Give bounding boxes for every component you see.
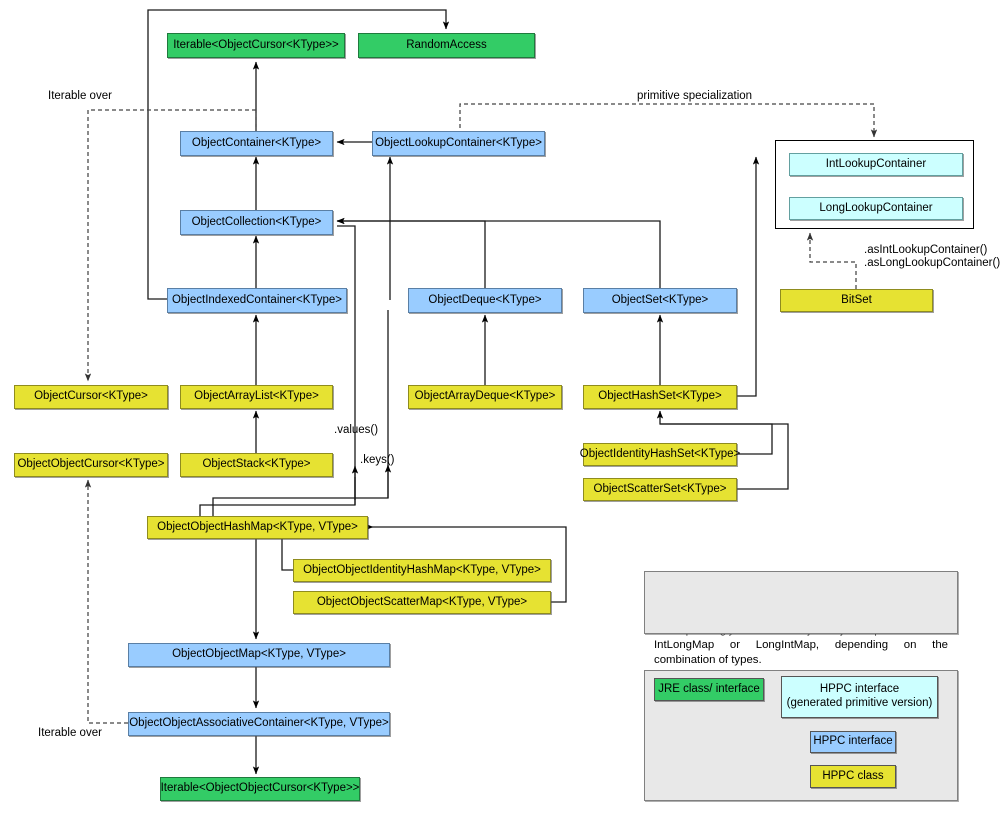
node-label: ObjectStack<KType>: [202, 458, 311, 471]
node-label: Iterable<ObjectObjectCursor<KType>>: [160, 782, 360, 795]
node-label: ObjectObjectIdentityHashMap<KType, VType…: [303, 563, 541, 576]
node-label: ObjectIndexedContainer<KType>: [171, 293, 343, 306]
node-label: ObjectObjectCursor<KType>: [17, 458, 165, 471]
node-label: ObjectDeque<KType>: [428, 293, 542, 306]
node-object-deque[interactable]: ObjectDeque<KType>: [408, 288, 562, 313]
node-object-object-cursor[interactable]: ObjectObjectCursor<KType>: [14, 453, 168, 477]
node-label: ObjectHashSet<KType>: [598, 390, 722, 403]
node-object-cursor[interactable]: ObjectCursor<KType>: [14, 385, 168, 409]
node-label: LongLookupContainer: [819, 201, 933, 214]
node-object-identity-hash-set[interactable]: ObjectIdentityHashSet<KType>: [579, 443, 741, 466]
node-object-set[interactable]: ObjectSet<KType>: [583, 288, 737, 313]
edge-label-primitive-specialization: primitive specialization: [637, 90, 753, 102]
legend-label-line2: (generated primitive version): [786, 697, 933, 709]
edge-label-as-int-lookup-container: .asIntLookupContainer(): [864, 244, 988, 256]
node-bit-set[interactable]: BitSet: [780, 289, 933, 312]
legend-hppc-interface: HPPC interface: [810, 731, 896, 753]
node-label: RandomAccess: [406, 38, 487, 51]
node-iterable-object-object-cursor[interactable]: Iterable<ObjectObjectCursor<KType>>: [160, 777, 360, 801]
legend-jre-class: JRE class/ interface: [654, 678, 764, 701]
node-object-object-identity-hash-map[interactable]: ObjectObjectIdentityHashMap<KType, VType…: [293, 559, 551, 582]
node-random-access[interactable]: RandomAccess: [358, 33, 535, 58]
node-object-scatter-set[interactable]: ObjectScatterSet<KType>: [583, 478, 737, 501]
node-label: ObjectIdentityHashSet<KType>: [579, 447, 741, 460]
node-label: Iterable<ObjectCursor<KType>>: [173, 38, 339, 51]
node-long-lookup-container[interactable]: LongLookupContainer: [789, 197, 963, 220]
node-object-array-list[interactable]: ObjectArrayList<KType>: [180, 385, 333, 409]
class-hierarchy-diagram: Iterable<ObjectCursor<KType>> RandomAcce…: [0, 0, 1000, 833]
legend-label: HPPC class: [822, 769, 884, 782]
legend-label-line1: HPPC interface: [819, 683, 900, 696]
legend-generated-interface: HPPC interface (generated primitive vers…: [781, 676, 938, 718]
node-object-stack[interactable]: ObjectStack<KType>: [180, 453, 333, 477]
node-object-lookup-container[interactable]: ObjectLookupContainer<KType>: [372, 131, 545, 156]
node-label: ObjectObjectMap<KType, VType>: [172, 648, 346, 661]
node-label: ObjectLookupContainer<KType>: [375, 136, 542, 149]
node-int-lookup-container[interactable]: IntLookupContainer: [789, 153, 963, 176]
legend-label: HPPC interface: [813, 735, 893, 748]
node-label: ObjectArrayDeque<KType>: [414, 390, 556, 403]
node-label: ObjectCursor<KType>: [34, 390, 148, 403]
node-iterable-object-cursor[interactable]: Iterable<ObjectCursor<KType>>: [167, 33, 345, 58]
node-label: IntLookupContainer: [825, 157, 927, 170]
edge-label-as-long-lookup-container: .asLongLookupContainer(): [864, 257, 1000, 269]
node-object-object-associative-container[interactable]: ObjectObjectAssociativeContainer<KType, …: [128, 712, 390, 736]
node-object-container[interactable]: ObjectContainer<KType>: [180, 131, 333, 156]
node-label: ObjectArrayList<KType>: [194, 390, 319, 403]
edge-label-keys: .keys(): [360, 454, 395, 466]
node-object-indexed-container[interactable]: ObjectIndexedContainer<KType>: [167, 288, 347, 313]
node-object-collection[interactable]: ObjectCollection<KType>: [180, 210, 333, 235]
node-object-array-deque[interactable]: ObjectArrayDeque<KType>: [408, 385, 562, 409]
node-object-hash-set[interactable]: ObjectHashSet<KType>: [583, 385, 737, 409]
node-object-object-scatter-map[interactable]: ObjectObjectScatterMap<KType, VType>: [293, 591, 551, 614]
node-label: ObjectSet<KType>: [611, 293, 709, 306]
legend-label: JRE class/ interface: [658, 682, 760, 695]
edge-label-values: .values(): [334, 424, 379, 436]
node-label: ObjectScatterSet<KType>: [593, 482, 727, 495]
node-object-object-hash-map[interactable]: ObjectObjectHashMap<KType, VType>: [147, 516, 368, 539]
node-label: BitSet: [841, 293, 872, 306]
node-label: ObjectObjectScatterMap<KType, VType>: [316, 595, 528, 608]
node-label: ObjectObjectAssociativeContainer<KType, …: [129, 717, 389, 730]
node-object-object-map[interactable]: ObjectObjectMap<KType, VType>: [128, 643, 390, 667]
note-panel: [644, 571, 958, 634]
node-label: ObjectObjectHashMap<KType, VType>: [157, 520, 358, 533]
legend-hppc-class: HPPC class: [810, 765, 896, 788]
node-label: ObjectCollection<KType>: [191, 215, 322, 228]
edge-label-iterable-over-top: Iterable over: [48, 90, 112, 102]
edge-label-iterable-over-bottom: Iterable over: [38, 727, 102, 739]
node-label: ObjectContainer<KType>: [191, 136, 322, 149]
